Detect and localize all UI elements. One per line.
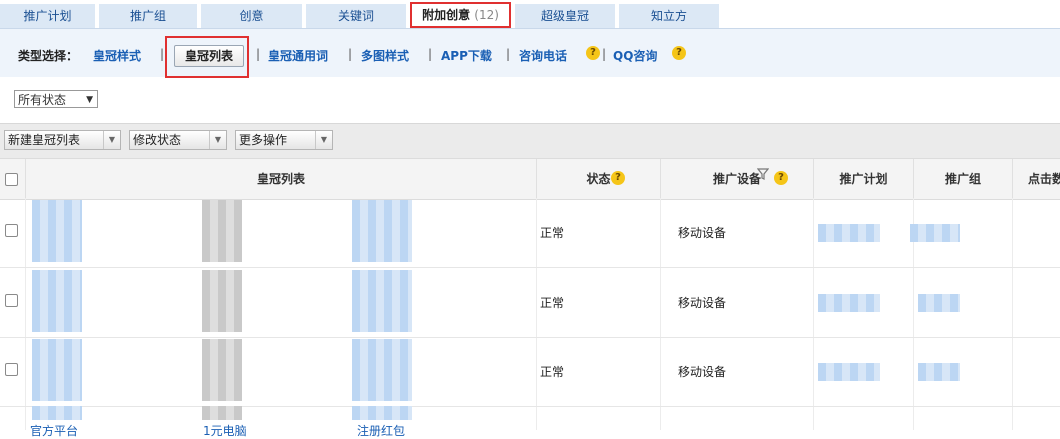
row-checkbox[interactable] [5, 294, 18, 307]
table-toolbar: 新建皇冠列表 ▼ 修改状态 ▼ 更多操作 ▼ [0, 123, 1060, 158]
blurred-thumbnail [352, 270, 412, 332]
separator: | [256, 47, 261, 61]
dropdown-caret-icon: ▼ [86, 95, 93, 105]
blurred-plan-name[interactable] [818, 294, 880, 312]
filter-icon[interactable] [756, 168, 770, 183]
tab-keyword[interactable]: 关键词 [306, 4, 406, 28]
separator: | [428, 47, 433, 61]
blurred-group-name[interactable] [918, 294, 960, 312]
table-row: 正常 移动设备 [0, 198, 1060, 268]
blurred-thumbnail [352, 406, 412, 420]
blurred-thumbnail [32, 270, 82, 332]
type-app-download-link[interactable]: APP下载 [441, 47, 492, 64]
col-header-crown-list: 皇冠列表 [25, 159, 536, 199]
tab-group[interactable]: 推广组 [99, 4, 197, 28]
row-checkbox[interactable] [5, 224, 18, 237]
blurred-thumbnail [202, 200, 242, 262]
blurred-thumbnail [202, 270, 242, 332]
tab-creative[interactable]: 创意 [201, 4, 302, 28]
tab-extra-creative-label: 附加创意 [422, 8, 471, 22]
separator: | [160, 47, 165, 61]
table-row: 正常 移动设备 [0, 337, 1060, 407]
status-filter-select[interactable]: 所有状态 ▼ [14, 90, 98, 108]
new-crown-list-dropdown[interactable]: 新建皇冠列表 ▼ [4, 130, 121, 150]
col-header-clicks: 点击数 [1012, 159, 1060, 199]
blurred-thumbnail [32, 200, 82, 262]
more-ops-dropdown[interactable]: 更多操作 ▼ [235, 130, 333, 150]
type-multi-image-link[interactable]: 多图样式 [361, 47, 409, 64]
blurred-group-name[interactable] [910, 224, 960, 242]
type-qq-consult-link[interactable]: QQ咨询 [613, 47, 657, 64]
modify-status-dropdown[interactable]: 修改状态 ▼ [129, 130, 227, 150]
more-ops-label: 更多操作 [239, 133, 288, 147]
col-header-device-label: 推广设备 [712, 172, 761, 186]
col-header-status-label: 状态 [586, 172, 611, 186]
blurred-thumbnail [32, 339, 82, 401]
col-header-group: 推广组 [913, 159, 1012, 199]
row-checkbox[interactable] [5, 363, 18, 376]
blurred-plan-name[interactable] [818, 363, 880, 381]
help-icon[interactable]: ? [586, 46, 600, 60]
col-header-status: 状态 [536, 159, 660, 199]
row-link[interactable]: 注册红包 [357, 422, 405, 439]
tab-zhilifang[interactable]: 知立方 [619, 4, 719, 28]
blurred-plan-name[interactable] [818, 224, 880, 242]
row-device: 移动设备 [678, 226, 727, 240]
tab-extra-creative[interactable]: 附加创意 (12) [410, 2, 511, 28]
type-phone-consult-link[interactable]: 咨询电话 [519, 47, 567, 64]
blurred-thumbnail [32, 406, 82, 420]
col-header-plan: 推广计划 [813, 159, 913, 199]
blurred-thumbnail [352, 200, 412, 262]
blurred-thumbnail [202, 406, 242, 420]
dropdown-arrow-icon: ▼ [209, 131, 226, 149]
separator: | [348, 47, 353, 61]
modify-status-label: 修改状态 [133, 133, 182, 147]
tab-super-crown[interactable]: 超级皇冠 [515, 4, 615, 28]
row-status: 正常 [540, 296, 565, 310]
type-crown-common-word-link[interactable]: 皇冠通用词 [268, 47, 328, 64]
row-device: 移动设备 [678, 296, 727, 310]
help-icon[interactable]: ? [774, 171, 788, 185]
table-row: 官方平台 1元电脑 注册红包 [0, 406, 1060, 438]
blurred-group-name[interactable] [918, 363, 960, 381]
status-filter-value: 所有状态 [18, 93, 67, 107]
blurred-thumbnail [202, 339, 242, 401]
tab-plan[interactable]: 推广计划 [0, 4, 95, 28]
row-link[interactable]: 1元电脑 [203, 422, 247, 439]
dropdown-arrow-icon: ▼ [315, 131, 332, 149]
top-tab-bar: 推广计划 推广组 创意 关键词 附加创意 (12) 超级皇冠 知立方 [0, 0, 1060, 30]
table-row: 正常 移动设备 [0, 268, 1060, 338]
blurred-thumbnail [352, 339, 412, 401]
row-link[interactable]: 官方平台 [30, 422, 78, 439]
help-icon[interactable]: ? [672, 46, 686, 60]
select-all-checkbox[interactable] [5, 173, 18, 186]
help-icon[interactable]: ? [611, 171, 625, 185]
type-selector-band: 类型选择： 皇冠样式 | 皇冠列表 | 皇冠通用词 | 多图样式 | APP下载… [0, 29, 1060, 77]
type-crown-style-link[interactable]: 皇冠样式 [93, 47, 141, 64]
row-status: 正常 [540, 365, 565, 379]
row-device: 移动设备 [678, 365, 727, 379]
col-header-device: 推广设备 [660, 159, 813, 199]
tab-extra-creative-count: (12) [474, 8, 499, 22]
type-select-label: 类型选择： [18, 49, 79, 63]
new-crown-list-label: 新建皇冠列表 [8, 133, 81, 147]
dropdown-arrow-icon: ▼ [103, 131, 120, 149]
table-header: 皇冠列表 状态 推广设备 推广计划 推广组 点击数 [0, 158, 1060, 200]
selected-type-highlight [165, 36, 249, 78]
separator: | [602, 47, 607, 61]
row-status: 正常 [540, 226, 565, 240]
separator: | [506, 47, 511, 61]
